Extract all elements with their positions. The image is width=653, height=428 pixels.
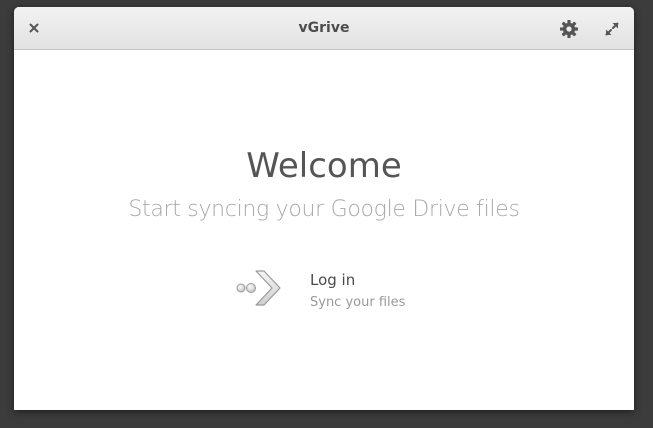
settings-button[interactable]	[559, 19, 579, 39]
login-description: Sync your files	[310, 295, 406, 310]
app-window: vGrive Welcome Start syncing your Google…	[14, 7, 634, 410]
maximize-icon	[605, 22, 619, 36]
welcome-panel: Welcome Start syncing your Google Drive …	[14, 50, 634, 410]
welcome-subtitle: Start syncing your Google Drive files	[128, 197, 520, 222]
login-arrow-icon	[236, 270, 281, 306]
gear-icon	[560, 20, 578, 38]
maximize-button[interactable]	[603, 20, 621, 38]
titlebar[interactable]: vGrive	[14, 7, 634, 50]
login-button[interactable]: Log in Sync your files	[230, 258, 430, 316]
login-label: Log in	[310, 271, 356, 289]
welcome-heading: Welcome	[246, 146, 402, 186]
window-title: vGrive	[298, 20, 350, 36]
